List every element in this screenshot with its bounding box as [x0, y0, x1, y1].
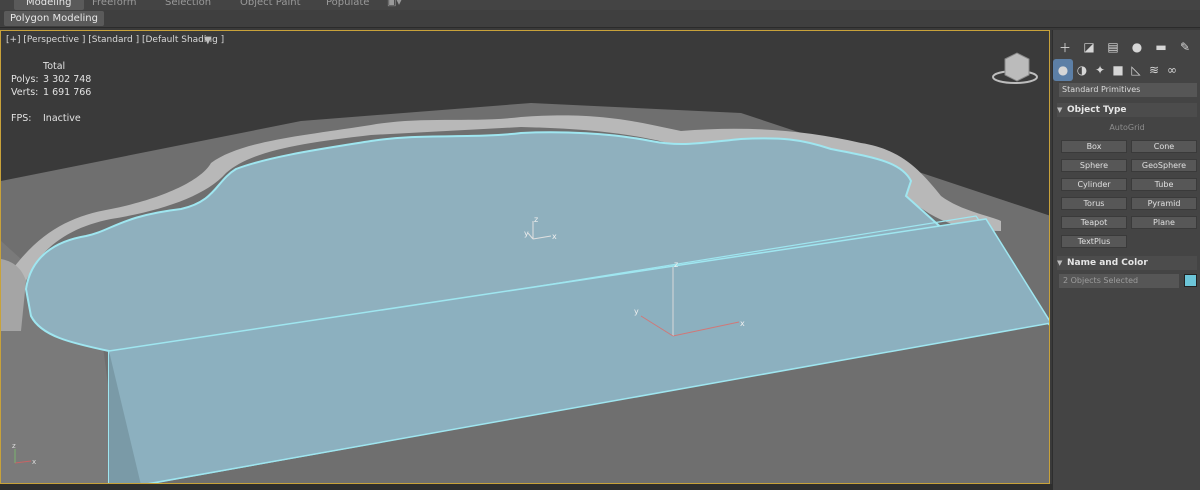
- name-color-title: Name and Color: [1067, 258, 1148, 268]
- geometry-sphere-icon[interactable]: ●: [1053, 59, 1073, 81]
- ribbon-subbar: Polygon Modeling: [0, 10, 1200, 28]
- object-type-rollout[interactable]: ▼ Object Type: [1057, 103, 1197, 117]
- viewcube-icon[interactable]: [1004, 52, 1030, 82]
- fps-label: FPS:: [11, 113, 32, 124]
- utilities-wrench-icon[interactable]: ✎: [1173, 36, 1197, 58]
- motion-icon[interactable]: ●: [1125, 36, 1149, 58]
- gizmo-z-label: z: [534, 215, 538, 224]
- teapot-button[interactable]: Teapot: [1061, 216, 1127, 229]
- autogrid-checkbox[interactable]: AutoGrid: [1053, 123, 1200, 132]
- create-plus-icon[interactable]: ＋: [1053, 36, 1077, 58]
- systems-icon[interactable]: ∞: [1163, 59, 1181, 81]
- tube-button[interactable]: Tube: [1131, 178, 1197, 191]
- category-row: ● ◑ ✦ ■ ◺ ≋ ∞: [1053, 59, 1200, 81]
- timeline-strip: [0, 484, 1052, 490]
- verts-label: Verts:: [11, 87, 39, 98]
- command-panel: ＋ ◪ ▤ ● ▬ ✎ ● ◑ ✦ ■ ◺ ≋ ∞ Standard Primi…: [1052, 30, 1200, 490]
- rollout-arrow-icon: ▼: [1057, 259, 1063, 267]
- torus-button[interactable]: Torus: [1061, 197, 1127, 210]
- gizmo-y-label: y: [524, 229, 529, 238]
- perspective-viewport[interactable]: z x y z x y x z [+] [Perspective ] [Stan…: [0, 30, 1050, 484]
- tab-modeling[interactable]: Modeling: [14, 0, 84, 10]
- plane-button[interactable]: Plane: [1131, 216, 1197, 229]
- modify-icon[interactable]: ◪: [1077, 36, 1101, 58]
- ribbon-bar: Modeling Freeform Selection Object Paint…: [0, 0, 1200, 10]
- viewport-scene: z x y z x y x z: [1, 52, 1049, 483]
- gizmo2-y-label: y: [634, 307, 639, 316]
- space-warps-icon[interactable]: ≋: [1145, 59, 1163, 81]
- gizmo2-z-label: z: [674, 260, 678, 269]
- tab-object-paint[interactable]: Object Paint: [240, 0, 301, 10]
- gizmo-x-label: x: [552, 232, 557, 241]
- shapes-icon[interactable]: ◑: [1073, 59, 1091, 81]
- sphere-button[interactable]: Sphere: [1061, 159, 1127, 172]
- display-icon[interactable]: ▬: [1149, 36, 1173, 58]
- viewport-statistics: Total Polys: 3 302 748 Verts: 1 691 766 FP…: [11, 60, 91, 125]
- textplus-button[interactable]: TextPlus: [1061, 235, 1127, 248]
- filter-funnel-icon[interactable]: ▼: [204, 35, 212, 46]
- cameras-icon[interactable]: ■: [1109, 59, 1127, 81]
- hierarchy-icon[interactable]: ▤: [1101, 36, 1125, 58]
- helpers-icon[interactable]: ◺: [1127, 59, 1145, 81]
- world-axis-z-label: z: [12, 442, 16, 450]
- ribbon-options-icon[interactable]: ▣▾: [387, 0, 401, 10]
- pyramid-button[interactable]: Pyramid: [1131, 197, 1197, 210]
- rollout-arrow-icon: ▼: [1057, 106, 1063, 114]
- object-type-title: Object Type: [1067, 105, 1127, 115]
- viewport-label[interactable]: [+] [Perspective ] [Standard ] [Default …: [6, 35, 224, 45]
- name-color-rollout[interactable]: ▼ Name and Color: [1057, 256, 1197, 270]
- polys-label: Polys:: [11, 74, 39, 85]
- tab-polygon-modeling[interactable]: Polygon Modeling: [4, 11, 104, 26]
- lights-icon[interactable]: ✦: [1091, 59, 1109, 81]
- verts-value: 1 691 766: [43, 87, 92, 98]
- fps-value: Inactive: [43, 113, 81, 124]
- cylinder-button[interactable]: Cylinder: [1061, 178, 1127, 191]
- tab-selection[interactable]: Selection: [165, 0, 211, 10]
- stats-header: Total: [43, 61, 66, 72]
- polys-value: 3 302 748: [43, 74, 92, 85]
- tab-freeform[interactable]: Freeform: [92, 0, 137, 10]
- cone-button[interactable]: Cone: [1131, 140, 1197, 153]
- panel-tab-row: ＋ ◪ ▤ ● ▬ ✎: [1053, 36, 1200, 58]
- geosphere-button[interactable]: GeoSphere: [1131, 159, 1197, 172]
- box-button[interactable]: Box: [1061, 140, 1127, 153]
- world-axis-x-label: x: [32, 458, 36, 466]
- tab-populate[interactable]: Populate: [326, 0, 369, 10]
- primitive-type-dropdown[interactable]: Standard Primitives: [1059, 83, 1197, 97]
- object-color-swatch[interactable]: [1184, 274, 1197, 287]
- gizmo2-x-label: x: [740, 319, 745, 328]
- object-name-field[interactable]: 2 Objects Selected: [1059, 274, 1179, 288]
